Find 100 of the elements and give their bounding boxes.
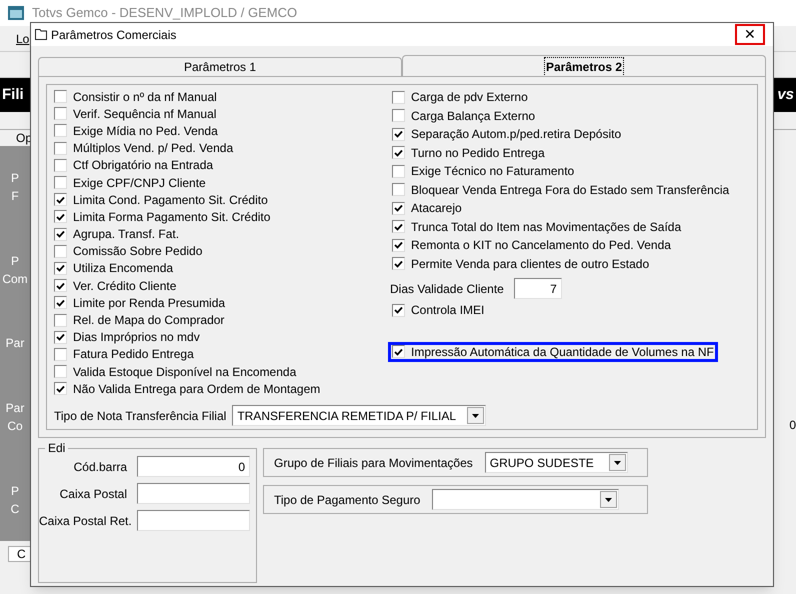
checkbox[interactable] [392, 90, 405, 104]
checkbox-label: Exige CPF/CNPJ Cliente [73, 174, 206, 192]
app-icon [8, 6, 24, 20]
side-label: P C [10, 482, 20, 518]
dropdown-field[interactable]: TRANSFERENCIA REMETIDA P/ FILIAL [232, 405, 486, 426]
checkbox[interactable] [54, 314, 67, 327]
checkbox[interactable] [54, 382, 67, 396]
checkbox[interactable] [54, 193, 67, 206]
checkbox-label: Controla IMEI [411, 302, 484, 320]
checkbox[interactable] [54, 279, 67, 292]
checkbox-label: Atacarejo [411, 200, 462, 218]
checkbox[interactable] [54, 176, 67, 190]
window-title: Totvs Gemco - DESENV_IMPLOLD / GEMCO [32, 4, 298, 22]
window-icon [35, 29, 47, 40]
checkmark-icon [394, 260, 403, 268]
dropdown-button[interactable] [608, 454, 626, 471]
checkbox[interactable] [392, 220, 405, 234]
checkbox[interactable] [54, 124, 67, 138]
checkmark-icon [394, 241, 403, 250]
checkbox-label: Dias Impróprios no mdv [73, 329, 200, 346]
checkmark-icon [56, 333, 65, 342]
checkbox[interactable] [54, 330, 67, 344]
banner-text: Fili [2, 84, 24, 105]
checkbox-label: Limite por Renda Presumida [73, 294, 226, 312]
close-button[interactable]: ✕ [735, 24, 765, 45]
checkbox[interactable] [54, 228, 67, 241]
side-label: P F [10, 170, 19, 206]
field-label: Grupo de Filiais para Movimentações [274, 454, 473, 472]
input-field[interactable]: 7 [514, 278, 562, 299]
checkbox-label: Comissão Sobre Pedido [73, 243, 202, 260]
checkbox[interactable] [392, 345, 405, 358]
tab[interactable]: Parâmetros 2 [402, 55, 766, 77]
checkbox[interactable] [54, 348, 67, 361]
down-arrow-icon [472, 414, 480, 418]
checkmark-icon [394, 222, 403, 231]
input-field[interactable] [137, 510, 250, 531]
checkbox-label: Separação Autom.p/ped.retira Depósito [411, 126, 622, 144]
checkbox[interactable] [392, 202, 405, 215]
checkbox-label: Fatura Pedido Entrega [73, 346, 194, 364]
dropdown-button[interactable] [600, 491, 618, 508]
checkbox[interactable] [54, 262, 67, 275]
checkbox[interactable] [392, 109, 405, 122]
checkbox-label: Agrupa. Transf. Fat. [73, 226, 180, 244]
checkbox-label: Não Valida Entrega para Ordem de Montagem [73, 380, 320, 398]
checkmark-icon [394, 204, 403, 212]
checkbox-label: Utiliza Encomenda [73, 260, 174, 278]
checkmark-icon [394, 348, 403, 356]
down-arrow-icon [605, 498, 612, 502]
checkbox[interactable] [54, 107, 67, 120]
checkbox-label: Permite Venda para clientes de outro Estado [411, 256, 650, 273]
checkbox-label: Limita Forma Pagamento Sit. Crédito [73, 208, 270, 226]
checkbox-label: Ver. Crédito Cliente [73, 278, 176, 295]
side-label: P Com [2, 252, 28, 288]
checkbox-label: Múltiplos Vend. p/ Ped. Venda [73, 140, 234, 158]
checkbox-label: Carga de pdv Externo [411, 89, 528, 106]
field-label: Tipo de Nota Transferência Filial [54, 408, 226, 424]
checkbox[interactable] [392, 257, 405, 270]
checkbox[interactable] [54, 142, 67, 155]
dialog-title: Parâmetros Comerciais [51, 26, 176, 44]
field-label: Dias Validade Cliente [390, 280, 504, 298]
checkbox[interactable] [54, 365, 67, 378]
checkbox[interactable] [392, 146, 405, 160]
checkmark-icon [394, 306, 403, 314]
checkbox-label: Trunca Total do Item nas Movimentações de Saída [411, 218, 682, 236]
checkbox-label: Ctf Obrigatório na Entrada [73, 157, 214, 174]
checkmark-icon [56, 384, 65, 393]
dropdown-field[interactable] [432, 489, 620, 510]
input-field[interactable] [137, 483, 250, 504]
value-text: 0 [789, 418, 796, 432]
checkbox[interactable] [392, 238, 405, 252]
checkbox-label: Verif. Sequência nf Manual [73, 106, 216, 123]
checkbox-label: Bloquear Venda Entrega Fora do Estado sem Transferência [411, 182, 730, 199]
checkbox[interactable] [392, 304, 405, 317]
checkbox-label: Rel. de Mapa do Comprador [73, 312, 224, 330]
field-label: Cód.barra [72, 458, 127, 476]
checkbox[interactable] [392, 183, 405, 196]
checkbox[interactable] [54, 244, 67, 258]
checkbox-label: Exige Mídia no Ped. Venda [73, 122, 218, 140]
checkbox[interactable] [54, 210, 67, 224]
checkbox-label: Impressão Automática da Quantidade de Volumes na NF [411, 344, 714, 360]
input-field[interactable]: 0 [137, 456, 250, 477]
side-label: Par Co [6, 400, 24, 436]
checkbox-label: Exige Técnico no Faturamento [411, 163, 574, 180]
checkmark-icon [394, 130, 403, 138]
menu-item[interactable]: Lo [16, 30, 30, 48]
dropdown-button[interactable] [467, 407, 484, 424]
checkbox[interactable] [54, 158, 67, 172]
checkmark-icon [394, 148, 403, 157]
checkbox-label: Consistir o nº da nf Manual [73, 88, 217, 106]
dropdown-field[interactable]: GRUPO SUDESTE [484, 452, 628, 473]
tab[interactable]: Parâmetros 1 [38, 57, 402, 76]
checkbox[interactable] [392, 128, 405, 141]
field-label: Caixa Postal [58, 486, 127, 502]
checkbox-label: Limita Cond. Pagamento Sit. Crédito [73, 192, 268, 209]
checkbox-label: Valida Estoque Disponível na Encomenda [73, 364, 296, 381]
down-arrow-icon [614, 460, 621, 464]
banner-logo-text: vs [777, 84, 794, 105]
checkbox[interactable] [54, 296, 67, 310]
checkbox[interactable] [392, 164, 405, 178]
checkbox[interactable] [54, 90, 67, 104]
